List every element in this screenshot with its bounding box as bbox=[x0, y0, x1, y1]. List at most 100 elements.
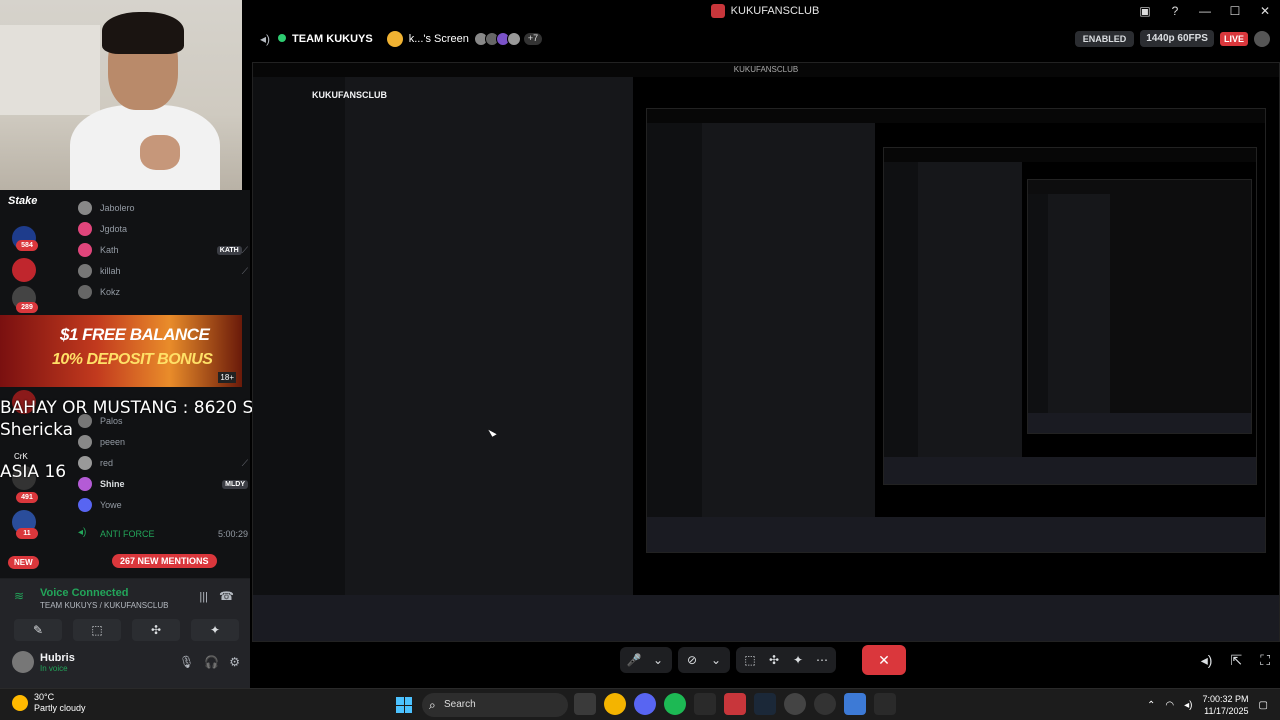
avatar bbox=[78, 498, 92, 512]
app-icon[interactable] bbox=[814, 693, 836, 715]
list-item[interactable]: killah ⟋ bbox=[78, 261, 248, 281]
volume-icon[interactable]: ◂) bbox=[1201, 652, 1213, 669]
chrome-icon[interactable] bbox=[604, 693, 626, 715]
list-item[interactable]: Kokz bbox=[78, 282, 248, 302]
app-icon[interactable] bbox=[874, 693, 896, 715]
promo-line-1: $1 FREE BALANCE bbox=[60, 325, 210, 344]
help-icon[interactable]: ? bbox=[1160, 4, 1190, 18]
nested-taskbar bbox=[1027, 412, 1251, 433]
taskbar-apps bbox=[574, 693, 896, 715]
screen-title: k...'s Screen bbox=[408, 33, 469, 45]
more-icon[interactable]: ⋯ bbox=[812, 653, 832, 667]
avatar bbox=[78, 477, 92, 491]
window-title: KUKUFANSCLUB bbox=[730, 5, 820, 17]
disconnect-icon[interactable]: ☎ bbox=[219, 589, 234, 603]
stake-logo: Stake bbox=[8, 195, 38, 207]
nested-titlebar: KUKUFANSCLUB bbox=[253, 63, 1279, 77]
avatar[interactable] bbox=[12, 651, 34, 673]
view-controls: ◂) ⇱ ⛶ bbox=[1201, 652, 1270, 669]
mic-muted-icon: ⟋ bbox=[241, 244, 248, 255]
avatar bbox=[78, 222, 92, 236]
wifi-icon[interactable]: ◠ bbox=[1165, 700, 1174, 711]
mic-control[interactable]: 🎤 ⌄ bbox=[620, 647, 672, 673]
nested-taskbar bbox=[646, 516, 1266, 553]
list-item[interactable]: red ⟋ bbox=[78, 453, 248, 473]
soundboard-button[interactable]: ✦ bbox=[191, 619, 239, 641]
nested-screen-3 bbox=[883, 146, 1258, 486]
maximize-button[interactable]: ☐ bbox=[1220, 4, 1250, 18]
tray-chevron-icon[interactable]: ⌃ bbox=[1147, 700, 1155, 711]
weather-widget[interactable]: 30°C Partly cloudy bbox=[12, 692, 86, 714]
start-button[interactable] bbox=[396, 697, 412, 713]
list-item[interactable]: Jabolero bbox=[78, 198, 248, 218]
enabled-badge[interactable]: ENABLED bbox=[1074, 30, 1135, 47]
viewer-avatars[interactable]: +7 bbox=[473, 32, 544, 46]
camera-control[interactable]: ⊘ ⌄ bbox=[678, 647, 730, 673]
voice-channel-item[interactable]: ◂) ANTI FORCE 5:00:29 bbox=[78, 524, 248, 544]
clock[interactable]: 7:00:32 PM 11/17/2025 bbox=[1203, 693, 1249, 717]
promo-banner[interactable]: $1 FREE BALANCE 10% DEPOSIT BONUS 18+ bbox=[0, 315, 242, 387]
screen-share-icon[interactable]: ⬚ bbox=[740, 653, 760, 667]
nested-rail bbox=[1027, 194, 1048, 413]
mentions-pill[interactable]: 267 NEW MENTIONS bbox=[112, 554, 217, 568]
camera-off-button[interactable]: ✎ bbox=[14, 619, 62, 641]
chevron-down-icon[interactable]: ⌄ bbox=[706, 653, 726, 667]
chevron-down-icon[interactable]: ⌄ bbox=[648, 653, 668, 667]
volume-icon[interactable]: ◂) bbox=[260, 32, 270, 46]
list-item[interactable]: peeen bbox=[78, 432, 248, 452]
nested-channels bbox=[345, 77, 633, 595]
minimize-button[interactable]: — bbox=[1190, 4, 1220, 18]
close-button[interactable]: ✕ bbox=[1250, 4, 1280, 18]
app-icon[interactable] bbox=[694, 693, 716, 715]
camera-off-icon[interactable]: ⊘ bbox=[682, 653, 702, 667]
new-pill[interactable]: NEW bbox=[8, 556, 39, 569]
gear-icon[interactable]: ⚙ bbox=[229, 655, 240, 669]
activities-button[interactable]: ✣ bbox=[132, 619, 180, 641]
guild-icon[interactable] bbox=[12, 258, 36, 282]
username: Hubris bbox=[40, 651, 75, 664]
viewer-avatar bbox=[506, 32, 521, 46]
team-name[interactable]: TEAM KUKUYS bbox=[278, 33, 373, 45]
list-item[interactable]: Jgdota bbox=[78, 219, 248, 239]
signal-icon[interactable]: ≋ bbox=[14, 589, 24, 603]
avatar bbox=[78, 435, 92, 449]
notepad-icon[interactable] bbox=[844, 693, 866, 715]
voice-connected-label[interactable]: Voice Connected bbox=[40, 587, 128, 599]
list-item[interactable]: Shine MLDY bbox=[78, 474, 248, 494]
notification-icon[interactable] bbox=[1254, 30, 1270, 47]
inner-server-name: KUKUFANSCLUB bbox=[312, 90, 387, 100]
user-status: In voice bbox=[40, 663, 68, 673]
mic-icon[interactable]: 🎙 bbox=[179, 655, 194, 669]
speaker-icon[interactable]: ◂) bbox=[1184, 700, 1192, 711]
fullscreen-icon[interactable]: ⛶ bbox=[1260, 652, 1270, 669]
discord-icon[interactable] bbox=[634, 693, 656, 715]
notification-icon[interactable]: ▢ bbox=[1259, 700, 1268, 711]
end-call-button[interactable]: ✕ bbox=[862, 645, 906, 675]
task-view-icon[interactable] bbox=[574, 693, 596, 715]
list-item[interactable]: Kath KATH ⟋ bbox=[78, 240, 248, 260]
activities-icon[interactable]: ✣ bbox=[764, 653, 784, 667]
taskbar-search[interactable]: Search bbox=[422, 693, 568, 717]
avatar bbox=[78, 456, 92, 470]
kukufansclub-icon[interactable] bbox=[724, 693, 746, 715]
quality-badge[interactable]: 1440p 60FPS bbox=[1140, 30, 1214, 47]
voice-panel: ≋ Voice Connected TEAM KUKUYS / KUKUFANS… bbox=[0, 578, 250, 688]
avatar bbox=[78, 201, 92, 215]
app-icon[interactable] bbox=[784, 693, 806, 715]
list-item[interactable]: Yowe bbox=[78, 495, 248, 515]
noise-icon[interactable]: ||| bbox=[199, 591, 208, 603]
weather-icon bbox=[12, 695, 28, 711]
screen-share-button[interactable]: ⬚ bbox=[73, 619, 121, 641]
mic-icon[interactable]: 🎤 bbox=[624, 653, 644, 667]
nested-titlebar bbox=[646, 109, 1266, 124]
popout-icon[interactable]: ⇱ bbox=[1230, 652, 1242, 669]
spotify-icon[interactable] bbox=[664, 693, 686, 715]
screen-icon[interactable]: ▣ bbox=[1130, 4, 1160, 18]
voice-channel-path[interactable]: TEAM KUKUYS / KUKUFANSCLUB bbox=[40, 601, 168, 610]
guild-badge: 289 bbox=[16, 302, 38, 313]
screen-share-view[interactable]: KUKUFANSCLUB KUKUFANSCLUB bbox=[252, 62, 1280, 642]
soundboard-icon[interactable]: ✦ bbox=[788, 653, 808, 667]
headphones-icon[interactable]: 🎧 bbox=[204, 655, 219, 669]
age-rating: 18+ bbox=[218, 372, 236, 383]
steam-icon[interactable] bbox=[754, 693, 776, 715]
